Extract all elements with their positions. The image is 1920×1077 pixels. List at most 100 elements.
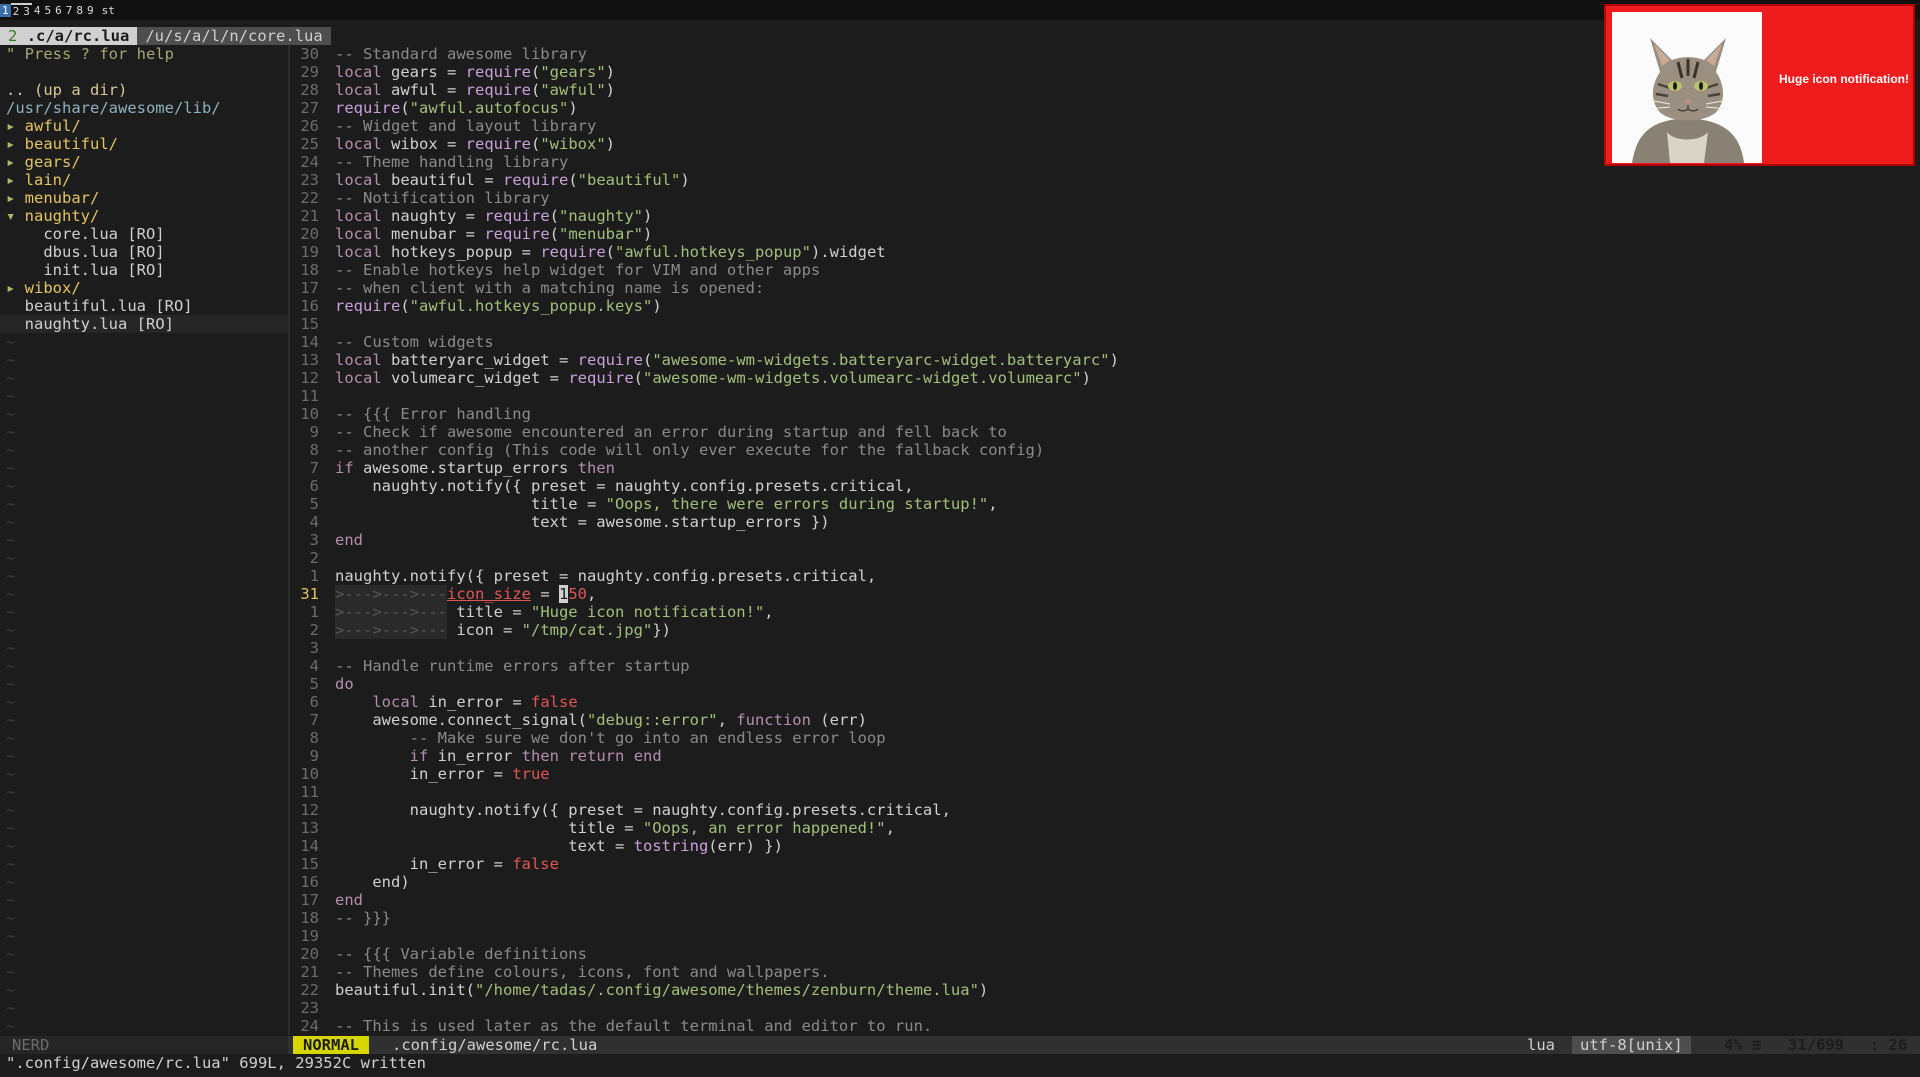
code-line[interactable]: 10 in_error = true: [291, 765, 1920, 783]
tab-core-lua[interactable]: /u/s/a/l/n/core.lua: [137, 27, 331, 45]
tag-st[interactable]: st: [100, 4, 117, 17]
tree-dir-item[interactable]: ▸ awful/: [0, 117, 288, 135]
code-line[interactable]: 18 -- }}}: [291, 909, 1920, 927]
tree-dir-item[interactable]: ▾ naughty/: [0, 207, 288, 225]
code-line[interactable]: 10 -- {{{ Error handling: [291, 405, 1920, 423]
code-line[interactable]: 9 -- Check if awesome encountered an erro…: [291, 423, 1920, 441]
tree-dir-item[interactable]: ▸ beautiful/: [0, 135, 288, 153]
up-dir-link[interactable]: .. (up a dir): [0, 81, 288, 99]
tag-3[interactable]: 3: [21, 2, 32, 18]
code-token: end: [335, 531, 363, 549]
code-line[interactable]: 11: [291, 387, 1920, 405]
code-token: wibox =: [391, 135, 466, 153]
tag-9[interactable]: 9: [85, 4, 96, 17]
code-line[interactable]: 17 -- when client with a matching name is…: [291, 279, 1920, 297]
tree-file-item[interactable]: naughty.lua [RO]: [0, 315, 288, 333]
code-line[interactable]: 5 do: [291, 675, 1920, 693]
code-line[interactable]: 3: [291, 639, 1920, 657]
line-number: 21: [300, 963, 319, 981]
code-line[interactable]: 21 -- Themes define colours, icons, font …: [291, 963, 1920, 981]
code-line[interactable]: 8 -- another config (This code will only …: [291, 441, 1920, 459]
code-line[interactable]: 19: [291, 927, 1920, 945]
code-token: ,: [717, 711, 737, 729]
code-line[interactable]: 1 naughty.notify({ preset = naughty.confi…: [291, 567, 1920, 585]
code-line[interactable]: 7 if awesome.startup_errors then: [291, 459, 1920, 477]
code-line[interactable]: 12 local volumearc_widget = require("awes…: [291, 369, 1920, 387]
tag-5[interactable]: 5: [43, 4, 54, 17]
code-line[interactable]: 2 >--->--->--- icon = "/tmp/cat.jpg"}): [291, 621, 1920, 639]
code-line[interactable]: 1 >--->--->--- title = "Huge icon notific…: [291, 603, 1920, 621]
code-line[interactable]: 23: [291, 999, 1920, 1017]
code-line[interactable]: 16 require("awful.hotkeys_popup.keys"): [291, 297, 1920, 315]
tree-dir-item[interactable]: ▸ wibox/: [0, 279, 288, 297]
code-text: local menubar = require("menubar"): [335, 225, 652, 243]
tree-file-item[interactable]: beautiful.lua [RO]: [0, 297, 288, 315]
tree-file-item[interactable]: init.lua [RO]: [0, 261, 288, 279]
tag-7[interactable]: 7: [64, 4, 75, 17]
tag-2[interactable]: 2: [10, 2, 22, 18]
code-token: menubar =: [391, 225, 485, 243]
code-line[interactable]: 6 local in_error = false: [291, 693, 1920, 711]
code-line[interactable]: 9 if in_error then return end: [291, 747, 1920, 765]
code-line[interactable]: 13 title = "Oops, an error happened!",: [291, 819, 1920, 837]
tag-1[interactable]: 1: [0, 3, 11, 17]
code-text: -- Themes define colours, icons, font an…: [335, 963, 830, 981]
current-code-line[interactable]: 31 >--->--->---icon_size = 150,: [291, 585, 1920, 603]
code-line[interactable]: 15: [291, 315, 1920, 333]
code-token: false: [531, 693, 578, 711]
tab-label: .c/a/rc.lua: [26, 27, 130, 45]
code-line[interactable]: 16 end): [291, 873, 1920, 891]
code-line[interactable]: 5 title = "Oops, there were errors durin…: [291, 495, 1920, 513]
tag-8[interactable]: 8: [74, 4, 85, 17]
code-line[interactable]: 15 in_error = false: [291, 855, 1920, 873]
code-line[interactable]: 6 naughty.notify({ preset = naughty.conf…: [291, 477, 1920, 495]
tree-root-path[interactable]: /usr/share/awesome/lib/: [0, 99, 288, 117]
tree-dir-item[interactable]: ▸ menubar/: [0, 189, 288, 207]
code-line[interactable]: 22 beautiful.init("/home/tadas/.config/aw…: [291, 981, 1920, 999]
code-line[interactable]: 7 awesome.connect_signal("debug::error",…: [291, 711, 1920, 729]
code-token: require: [568, 369, 634, 387]
tab-rc-lua[interactable]: 2 .c/a/rc.lua: [0, 27, 138, 45]
code-text: -- Standard awesome library: [335, 45, 587, 63]
code-line[interactable]: 19 local hotkeys_popup = require("awful.h…: [291, 243, 1920, 261]
code-line[interactable]: 17 end: [291, 891, 1920, 909]
code-token: "awful.autofocus": [409, 99, 569, 117]
tree-file-item[interactable]: dbus.lua [RO]: [0, 243, 288, 261]
line-number: 25: [300, 135, 319, 153]
naughty-notification[interactable]: Huge icon notification!: [1604, 4, 1915, 166]
tree-file-item[interactable]: core.lua [RO]: [0, 225, 288, 243]
code-line[interactable]: 14 text = tostring(err) }): [291, 837, 1920, 855]
empty-line-tilde: ~: [6, 639, 16, 657]
code-line[interactable]: 12 naughty.notify({ preset = naughty.con…: [291, 801, 1920, 819]
code-line[interactable]: 22 -- Notification library: [291, 189, 1920, 207]
code-line[interactable]: 8 -- Make sure we don't go into an endle…: [291, 729, 1920, 747]
tree-dir-item[interactable]: ▸ gears/: [0, 153, 288, 171]
code-editor[interactable]: 30 -- Standard awesome library 29 local gea…: [291, 45, 1920, 1035]
code-line[interactable]: 2: [291, 549, 1920, 567]
code-line[interactable]: 24 -- This is used later as the default t…: [291, 1017, 1920, 1035]
empty-line-tilde: ~: [6, 549, 16, 567]
code-line[interactable]: 13 local batteryarc_widget = require("awe…: [291, 351, 1920, 369]
code-line[interactable]: 3 end: [291, 531, 1920, 549]
code-line[interactable]: 20 local menubar = require("menubar"): [291, 225, 1920, 243]
column-position: : 26: [1870, 1036, 1908, 1054]
empty-line-tilde: ~: [6, 945, 16, 963]
vertical-split-divider[interactable]: [288, 45, 290, 1035]
code-text: local naughty = require("naughty"): [335, 207, 652, 225]
code-line[interactable]: 20 -- {{{ Variable definitions: [291, 945, 1920, 963]
code-line[interactable]: 11: [291, 783, 1920, 801]
code-line[interactable]: 4 -- Handle runtime errors after startup: [291, 657, 1920, 675]
code-token: local: [372, 693, 419, 711]
code-line[interactable]: 14 -- Custom widgets: [291, 333, 1920, 351]
code-token: awesome.startup_errors: [363, 459, 578, 477]
code-line[interactable]: 4 text = awesome.startup_errors }): [291, 513, 1920, 531]
tree-dir-item[interactable]: ▸ lain/: [0, 171, 288, 189]
tag-4[interactable]: 4: [32, 4, 43, 17]
code-line[interactable]: 21 local naughty = require("naughty"): [291, 207, 1920, 225]
empty-line-tilde: ~: [6, 405, 16, 423]
code-token: "awesome-wm-widgets.batteryarc-widget.ba…: [652, 351, 1110, 369]
code-line[interactable]: 23 local beautiful = require("beautiful"): [291, 171, 1920, 189]
code-line[interactable]: 18 -- Enable hotkeys help widget for VIM …: [291, 261, 1920, 279]
code-token: naughty.notify({ preset = naughty.config…: [335, 801, 951, 819]
tag-6[interactable]: 6: [53, 4, 64, 17]
